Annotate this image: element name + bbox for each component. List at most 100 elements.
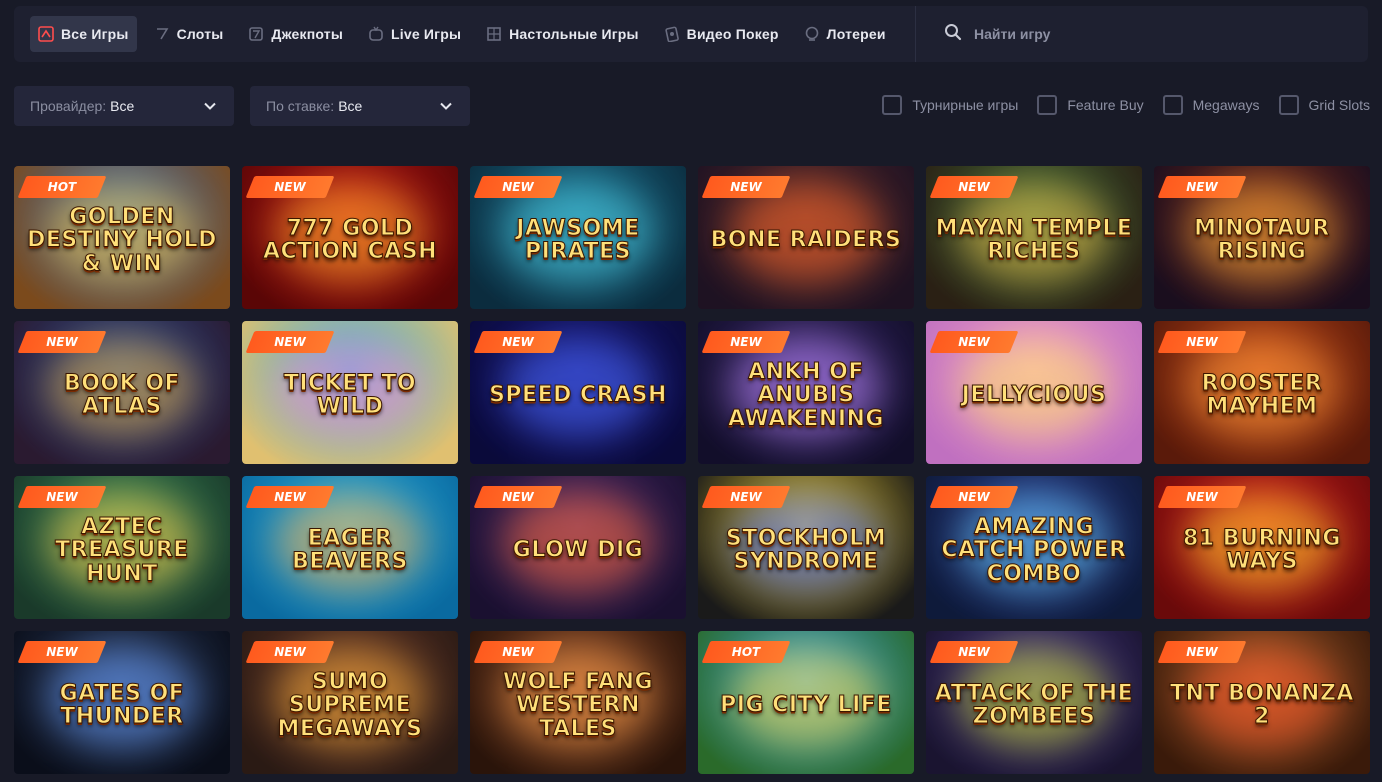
game-badge-label: NEW xyxy=(46,645,78,659)
game-badge: NEW xyxy=(929,641,1019,663)
game-title: Attack of the Zombees xyxy=(934,681,1134,730)
game-badge-label: NEW xyxy=(1186,335,1218,349)
game-card[interactable]: Jellycious NEW xyxy=(926,321,1142,464)
game-badge-label: HOT xyxy=(47,180,77,194)
checkbox-label: Megaways xyxy=(1192,97,1260,113)
tab-slots[interactable]: Слоты xyxy=(146,16,232,52)
checkbox-megaways[interactable]: Megaways xyxy=(1162,95,1260,115)
tab-label: Видео Покер xyxy=(686,26,779,42)
game-card[interactable]: Aztec Treasure Hunt NEW xyxy=(14,476,230,619)
game-card[interactable]: TNT Bonanza 2 NEW xyxy=(1154,631,1370,774)
game-badge-label: NEW xyxy=(502,645,534,659)
game-badge: NEW xyxy=(473,641,563,663)
tab-lotteries[interactable]: Лотереи xyxy=(796,16,894,52)
provider-select[interactable]: Провайдер: Все xyxy=(14,86,234,126)
game-title: Speed Crash xyxy=(489,382,667,408)
game-badge-label: NEW xyxy=(958,335,990,349)
checkbox-label: Grid Slots xyxy=(1308,97,1370,113)
stake-select[interactable]: По ставке: Все xyxy=(250,86,470,126)
game-badge: NEW xyxy=(929,176,1019,198)
game-card[interactable]: Bone Raiders NEW xyxy=(698,166,914,309)
game-card[interactable]: 81 Burning Ways NEW xyxy=(1154,476,1370,619)
tab-video-poker[interactable]: Видео Покер xyxy=(656,16,787,52)
game-card[interactable]: 777 Gold Action Cash NEW xyxy=(242,166,458,309)
search-box[interactable] xyxy=(944,16,1344,52)
chevron-down-icon xyxy=(440,102,452,110)
game-card[interactable]: Golden Destiny Hold & Win HOT xyxy=(14,166,230,309)
checkbox-box[interactable] xyxy=(1037,95,1058,115)
tab-table-games[interactable]: Настольные Игры xyxy=(478,16,647,52)
game-title: Glow Dig xyxy=(512,537,644,563)
game-badge-label: NEW xyxy=(958,490,990,504)
game-title: Book of Atlas xyxy=(63,371,181,420)
live-games-icon xyxy=(368,26,384,42)
game-card[interactable]: Gates of Thunder NEW xyxy=(14,631,230,774)
game-title: Golden Destiny Hold & Win xyxy=(27,204,217,276)
game-badge: NEW xyxy=(701,486,791,508)
game-card[interactable]: Attack of the Zombees NEW xyxy=(926,631,1142,774)
game-badge: NEW xyxy=(245,176,335,198)
game-badge: NEW xyxy=(1157,641,1247,663)
game-card[interactable]: Rooster Mayhem NEW xyxy=(1154,321,1370,464)
search-icon xyxy=(944,23,974,46)
stake-select-value: Все xyxy=(338,98,363,114)
game-badge: NEW xyxy=(701,331,791,353)
game-card[interactable]: Ticket to Wild NEW xyxy=(242,321,458,464)
game-badge-label: NEW xyxy=(1186,180,1218,194)
checkbox-box[interactable] xyxy=(882,95,903,115)
game-card[interactable]: Minotaur Rising NEW xyxy=(1154,166,1370,309)
checkbox-label: Турнирные игры xyxy=(912,97,1019,113)
checkbox-feature-buy[interactable]: Feature Buy xyxy=(1037,95,1144,115)
game-card[interactable]: Speed Crash NEW xyxy=(470,321,686,464)
game-badge-label: NEW xyxy=(730,335,762,349)
game-badge-label: NEW xyxy=(730,490,762,504)
tab-label: Лотереи xyxy=(826,26,886,42)
jackpot-icon xyxy=(248,26,264,42)
game-badge: NEW xyxy=(17,486,107,508)
game-title: Sumo Supreme Megaways xyxy=(277,669,423,741)
game-card[interactable]: Ankh of Anubis Awakening NEW xyxy=(698,321,914,464)
game-badge: NEW xyxy=(701,176,791,198)
game-badge: NEW xyxy=(245,331,335,353)
checkbox-tournament-games[interactable]: Турнирные игры xyxy=(882,95,1018,115)
game-title: Gates of Thunder xyxy=(59,681,185,730)
game-title: 81 Burning Ways xyxy=(1183,526,1341,575)
game-badge-label: NEW xyxy=(502,180,534,194)
top-nav-bar: Все Игры Слоты Джекпоты Live Игры Настол… xyxy=(14,6,1368,62)
slots-icon xyxy=(154,26,170,42)
game-title: 777 Gold Action Cash xyxy=(262,216,438,265)
game-title: Ticket to Wild xyxy=(283,371,417,420)
game-card[interactable]: Wolf Fang Western Tales NEW xyxy=(470,631,686,774)
game-badge: NEW xyxy=(17,331,107,353)
checkbox-grid-slots[interactable]: Grid Slots xyxy=(1278,95,1370,115)
game-badge: NEW xyxy=(929,486,1019,508)
game-title: Bone Raiders xyxy=(710,227,902,253)
tab-label: Джекпоты xyxy=(271,26,344,42)
search-input[interactable] xyxy=(974,26,1314,42)
game-badge: NEW xyxy=(473,176,563,198)
game-badge-label: NEW xyxy=(730,180,762,194)
game-card[interactable]: Glow Dig NEW xyxy=(470,476,686,619)
game-card[interactable]: Amazing Catch Power Combo NEW xyxy=(926,476,1142,619)
game-card[interactable]: Book of Atlas NEW xyxy=(14,321,230,464)
game-badge-label: NEW xyxy=(274,180,306,194)
game-badge: HOT xyxy=(701,641,791,663)
filter-checkboxes: Турнирные игры Feature Buy Megaways Grid… xyxy=(863,95,1370,115)
checkbox-box[interactable] xyxy=(1278,95,1299,115)
game-card[interactable]: Eager Beavers NEW xyxy=(242,476,458,619)
tab-all-games[interactable]: Все Игры xyxy=(30,16,137,52)
all-games-icon xyxy=(38,26,54,42)
game-badge-label: NEW xyxy=(958,645,990,659)
checkbox-box[interactable] xyxy=(1162,95,1183,115)
game-card[interactable]: Mayan Temple Riches NEW xyxy=(926,166,1142,309)
game-card[interactable]: Jawsome Pirates NEW xyxy=(470,166,686,309)
chevron-down-icon xyxy=(204,102,216,110)
tab-label: Live Игры xyxy=(391,26,462,42)
game-badge-label: NEW xyxy=(274,335,306,349)
game-card[interactable]: Sumo Supreme Megaways NEW xyxy=(242,631,458,774)
tab-jackpots[interactable]: Джекпоты xyxy=(240,16,351,52)
game-card[interactable]: Pig City Life HOT xyxy=(698,631,914,774)
game-badge-label: NEW xyxy=(958,180,990,194)
game-card[interactable]: Stockholm Syndrome NEW xyxy=(698,476,914,619)
tab-live-games[interactable]: Live Игры xyxy=(360,16,469,52)
